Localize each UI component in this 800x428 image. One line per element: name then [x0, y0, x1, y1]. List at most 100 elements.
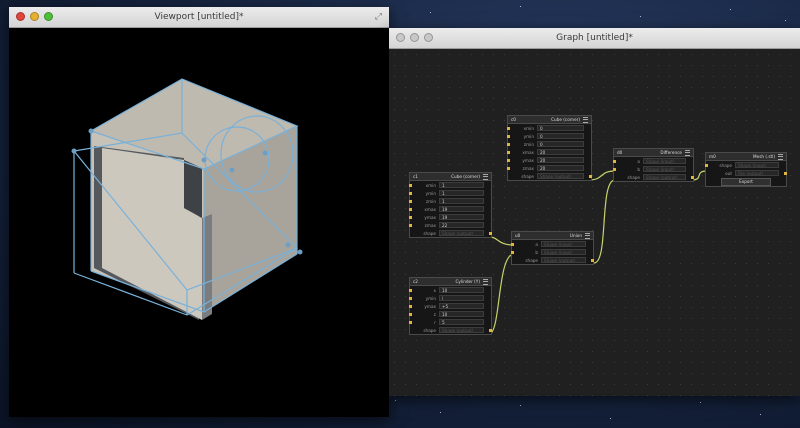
node-title: Union: [569, 233, 582, 238]
input-port[interactable]: [507, 134, 510, 138]
node-m0[interactable]: m0 Mesh (.stl) shape Shape (input) out Fil…: [705, 152, 787, 187]
param-label: zmax: [424, 222, 436, 228]
graph-canvas[interactable]: c0 Cube (corner) xmin 0 ymin 0 zmin 0 xmax 2…: [389, 49, 800, 396]
param-value[interactable]: 22: [439, 222, 484, 228]
input-port[interactable]: [613, 159, 616, 163]
param-label: r: [434, 319, 436, 325]
param-label: ymax: [424, 303, 436, 309]
node-header[interactable]: d0 Difference: [614, 149, 693, 157]
output-port[interactable]: [589, 174, 592, 178]
node-c0[interactable]: c0 Cube (corner) xmin 0 ymin 0 zmin 0 xmax 2…: [507, 115, 592, 181]
export-button[interactable]: Export: [721, 177, 771, 186]
export-row: Export: [706, 177, 786, 186]
param-value[interactable]: 0: [537, 125, 584, 131]
input-port[interactable]: [409, 199, 412, 203]
param-label: shape: [423, 230, 436, 236]
wire-c2-union: [488, 253, 515, 335]
param-value[interactable]: 10: [439, 311, 484, 317]
input-port[interactable]: [409, 312, 412, 316]
output-port[interactable]: [691, 175, 694, 179]
param-value[interactable]: 20: [537, 165, 584, 171]
param-value[interactable]: 1: [439, 198, 484, 204]
param-value[interactable]: 1: [439, 190, 484, 196]
param-value[interactable]: 5: [439, 319, 484, 325]
input-port[interactable]: [409, 223, 412, 227]
input-port[interactable]: [409, 304, 412, 308]
minimize-button[interactable]: [410, 33, 419, 42]
input-port[interactable]: [507, 142, 510, 146]
input-port[interactable]: [409, 183, 412, 187]
input-port[interactable]: [511, 250, 514, 254]
param-value[interactable]: |: [439, 295, 484, 301]
input-port[interactable]: [507, 158, 510, 162]
input-port[interactable]: [705, 163, 708, 167]
param-b: b Shape (input): [511, 248, 593, 256]
menu-icon[interactable]: [585, 232, 590, 239]
param-ymin: ymin |: [409, 294, 491, 302]
node-u0[interactable]: u0 Union a Shape (input) b Shape (input) s…: [511, 231, 594, 265]
node-d0[interactable]: d0 Difference a Shape (input) b Shape (inp…: [613, 148, 694, 182]
viewport-window: Viewport [untitled]* ⤢: [9, 7, 389, 417]
node-header[interactable]: c2 Cylinder (Y): [410, 278, 491, 286]
input-port[interactable]: [409, 296, 412, 300]
output-port[interactable]: [489, 231, 492, 235]
menu-icon[interactable]: [483, 173, 488, 180]
input-port[interactable]: [409, 320, 412, 324]
viewport-canvas[interactable]: [9, 28, 389, 417]
param-shape: shape Shape (output): [512, 256, 594, 264]
input-port[interactable]: [507, 126, 510, 130]
close-button[interactable]: [396, 33, 405, 42]
zoom-button[interactable]: [44, 12, 53, 21]
menu-icon[interactable]: [685, 149, 690, 156]
zoom-button[interactable]: [424, 33, 433, 42]
param-value: File (output): [735, 170, 779, 176]
node-header[interactable]: m0 Mesh (.stl): [706, 153, 786, 161]
param-xmin: xmin 0: [507, 124, 591, 132]
param-value[interactable]: 19: [439, 206, 484, 212]
param-label: ymin: [425, 295, 436, 301]
menu-icon[interactable]: [483, 278, 488, 285]
node-c1[interactable]: c1 Cube (corner) xmin 1 ymin 1 zmin 1 xmax 1…: [409, 172, 492, 238]
node-c2[interactable]: c2 Cylinder (Y) x 10 ymin | ymax +5 z 10 r5 …: [409, 277, 492, 335]
param-value: Shape (input): [541, 249, 586, 255]
param-label: shape: [423, 327, 436, 333]
node-title: Cube (corner): [551, 117, 580, 122]
input-port[interactable]: [613, 167, 616, 171]
param-value[interactable]: 10: [439, 287, 484, 293]
param-value[interactable]: 0: [537, 133, 584, 139]
param-label: ymin: [425, 190, 436, 196]
viewport-titlebar[interactable]: Viewport [untitled]* ⤢: [9, 7, 389, 28]
graph-titlebar[interactable]: Graph [untitled]*: [389, 28, 800, 49]
fullscreen-icon[interactable]: ⤢: [375, 12, 382, 22]
param-value: Shape (output): [439, 230, 484, 236]
param-value[interactable]: 20: [537, 149, 584, 155]
param-value[interactable]: 20: [537, 157, 584, 163]
3d-scene[interactable]: [9, 28, 389, 417]
node-header[interactable]: c1 Cube (corner): [410, 173, 491, 181]
param-value[interactable]: 1: [439, 182, 484, 188]
output-port[interactable]: [784, 171, 787, 175]
graph-window: Graph [untitled]* c0 Cube (corner) xmin 0…: [389, 28, 800, 396]
param-xmax: xmax 20: [507, 148, 591, 156]
close-button[interactable]: [16, 12, 25, 21]
param-value: Shape (output): [537, 173, 584, 179]
menu-icon[interactable]: [583, 116, 588, 123]
input-port[interactable]: [409, 288, 412, 292]
output-port[interactable]: [489, 328, 492, 332]
menu-icon[interactable]: [778, 153, 783, 160]
input-port[interactable]: [507, 150, 510, 154]
node-header[interactable]: c0 Cube (corner): [508, 116, 591, 124]
input-port[interactable]: [409, 191, 412, 195]
input-port[interactable]: [409, 207, 412, 211]
param-ymin: ymin 1: [409, 189, 491, 197]
input-port[interactable]: [511, 242, 514, 246]
param-value[interactable]: +5: [439, 303, 484, 309]
input-port[interactable]: [409, 215, 412, 219]
window-controls: [16, 12, 53, 21]
node-header[interactable]: u0 Union: [512, 232, 593, 240]
param-value[interactable]: 0: [537, 141, 584, 147]
output-port[interactable]: [591, 258, 594, 262]
input-port[interactable]: [507, 166, 510, 170]
param-value[interactable]: 19: [439, 214, 484, 220]
minimize-button[interactable]: [30, 12, 39, 21]
